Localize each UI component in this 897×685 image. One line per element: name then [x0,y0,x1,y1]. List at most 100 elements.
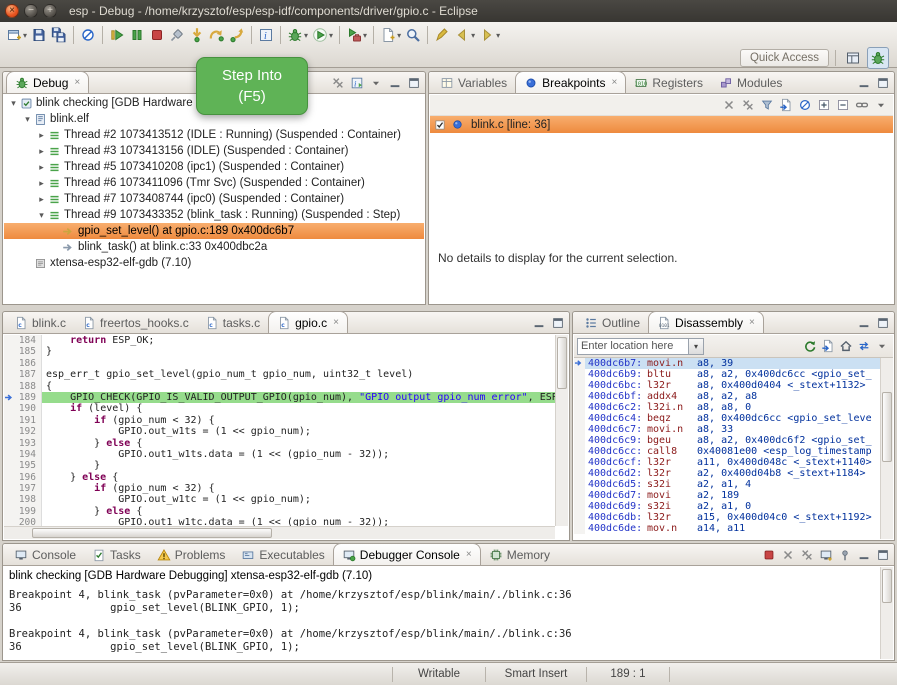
debug-tree-row[interactable]: xtensa-esp32-elf-gdb (7.10) [4,255,424,271]
forward-button-dropdown[interactable] [496,31,500,40]
editor-tab-freertos-hooks-c[interactable]: cfreertos_hooks.c [74,312,197,333]
remove-all-terminated-button[interactable] [330,75,346,91]
display-selected-console-button[interactable] [818,547,834,563]
open-perspective-button[interactable] [842,47,864,69]
editor-tab-tasks-c[interactable]: ctasks.c [197,312,268,333]
link-with-debug-view-button[interactable] [854,97,870,113]
terminate-console-button[interactable] [761,547,777,563]
breakpoints-view-menu-button[interactable] [873,97,889,113]
scrollbar-thumb[interactable] [557,337,567,389]
close-tab-icon[interactable] [612,77,618,88]
back-button[interactable] [452,24,477,46]
close-tab-icon[interactable] [74,77,80,88]
back-button-dropdown[interactable] [471,31,475,40]
instruction-stepping-button[interactable]: i [256,24,276,46]
debug-button-dropdown[interactable] [304,31,308,40]
show-breakpoints-supported-button[interactable] [759,97,775,113]
new-source-file-button-dropdown[interactable] [397,31,401,40]
code-text[interactable]: GPIO.out_w1ts = (1 << gpio_num); [42,426,555,437]
expander-icon[interactable]: ▸ [36,146,47,157]
step-filters-button[interactable]: i [349,75,365,91]
code-text[interactable]: return ESP_OK; [42,335,555,346]
new-button-dropdown[interactable] [23,31,27,40]
minimize-view-button[interactable] [856,315,872,331]
console-vertical-scrollbar[interactable] [880,567,893,659]
maximize-view-button[interactable] [875,75,891,91]
debug-perspective-button[interactable] [867,47,889,69]
minimize-view-button[interactable] [387,75,403,91]
suspend-button[interactable] [127,24,147,46]
remove-all-launches-button[interactable] [799,547,815,563]
view-tab-modules[interactable]: Modules [711,72,790,93]
maximize-view-button[interactable] [550,315,566,331]
refresh-disassembly-button[interactable] [802,338,818,354]
step-over-button[interactable] [207,24,227,46]
step-into-button[interactable] [187,24,207,46]
console-tab-problems[interactable]: Problems [149,544,234,565]
window-maximize-button[interactable] [43,4,57,18]
show-source-button[interactable] [820,338,836,354]
disassembly-line[interactable]: 400dc6d9:s32ia2, a1, 0 [574,501,880,512]
window-minimize-button[interactable] [24,4,38,18]
disassembly-line[interactable]: 400dc6bf:addx4a8, a2, a8 [574,391,880,402]
location-dropdown-button[interactable] [689,338,704,355]
disassembly-line[interactable]: 400dc6d2:l32ra2, 0x400d04b8 <_stext+1184… [574,468,880,479]
debug-button[interactable] [285,24,310,46]
scrollbar-thumb[interactable] [882,392,892,462]
skip-all-breakpoints-button[interactable] [797,97,813,113]
remove-selected-breakpoints-button[interactable] [721,97,737,113]
scrollbar-thumb[interactable] [32,528,272,538]
window-close-button[interactable] [5,4,19,18]
debug-tree-row[interactable]: ▸Thread #5 1073410208 (ipc1) (Suspended … [4,159,424,175]
debug-tab-debug[interactable]: Debug [6,71,89,93]
close-tab-icon[interactable] [333,317,339,328]
editor-tab-gpio-c[interactable]: cgpio.c [268,311,348,333]
code-editor[interactable]: 184 return ESP_OK;185}186187esp_err_t gp… [4,335,555,526]
run-button[interactable] [310,24,335,46]
run-button-dropdown[interactable] [329,31,333,40]
new-button[interactable] [4,24,29,46]
view-tab-variables[interactable]: Variables [432,72,515,93]
code-text[interactable]: if (gpio_num < 32) { [42,415,555,426]
disassembly-line[interactable]: 400dc6b7:movi.na8, 39 [574,358,880,369]
expander-icon[interactable]: ▸ [36,130,47,141]
skip-all-breakpoints-button[interactable] [78,24,98,46]
code-text[interactable]: if (gpio_num < 32) { [42,483,555,494]
disassembly-line[interactable]: 400dc6bc:l32ra8, 0x400d0404 <_stext+1132… [574,380,880,391]
last-edit-location-button[interactable] [432,24,452,46]
disassembly-line[interactable]: 400dc6c4:beqza8, 0x400dc6cc <gpio_set_le… [574,413,880,424]
save-all-button[interactable] [49,24,69,46]
sync-with-context-button[interactable] [856,338,872,354]
debug-tree-row[interactable]: ▸Thread #3 1073413156 (IDLE) (Suspended … [4,143,424,159]
disassembly-line[interactable]: 400dc6c2:l32i.na8, a8, 0 [574,402,880,413]
expander-icon[interactable]: ▾ [36,210,47,221]
debug-tree-row[interactable]: blink_task() at blink.c:33 0x400dbc2a [4,239,424,255]
window-titlebar[interactable]: esp - Debug - /home/krzysztof/esp/esp-id… [0,0,897,22]
quick-access-button[interactable]: Quick Access [740,49,829,67]
disassembly-line[interactable]: 400dc6c9:bgeua8, a2, 0x400dc6f2 <gpio_se… [574,435,880,446]
debug-view-menu-button[interactable] [368,75,384,91]
expander-icon[interactable]: ▸ [36,162,47,173]
code-text[interactable]: } else { [42,438,555,449]
code-text[interactable]: GPIO.out1_w1tc.data = (1 << (gpio_num - … [42,517,555,526]
expand-all-button[interactable] [816,97,832,113]
disconnect-button[interactable] [167,24,187,46]
disassembly-line[interactable]: 400dc6de:mov.na14, a11 [574,523,880,534]
editor-vertical-scrollbar[interactable] [555,335,568,526]
terminate-button[interactable] [147,24,167,46]
disassembly-line[interactable]: 400dc6d5:s32ia2, a1, 4 [574,479,880,490]
view-tab-outline[interactable]: Outline [576,312,648,333]
console-tab-debugger-console[interactable]: Debugger Console [333,543,481,565]
disassembly-line[interactable]: 400dc6cf:l32ra11, 0x400d048c <_stext+114… [574,457,880,468]
view-tab-disassembly[interactable]: 0101Disassembly [648,311,764,333]
console-tab-console[interactable]: Console [6,544,84,565]
disassembly-line[interactable]: 400dc6cc:call80x40081e00 <esp_log_timest… [574,446,880,457]
breakpoint-checkbox[interactable] [434,119,446,131]
remove-all-breakpoints-button[interactable] [740,97,756,113]
scrollbar-thumb[interactable] [882,569,892,603]
editor-horizontal-scrollbar[interactable] [4,526,555,539]
disassembly-line[interactable]: 400dc6db:l32ra15, 0x400d04c0 <_stext+119… [574,512,880,523]
location-input[interactable] [577,338,689,355]
editor-tab-blink-c[interactable]: cblink.c [6,312,74,333]
step-return-button[interactable] [227,24,247,46]
